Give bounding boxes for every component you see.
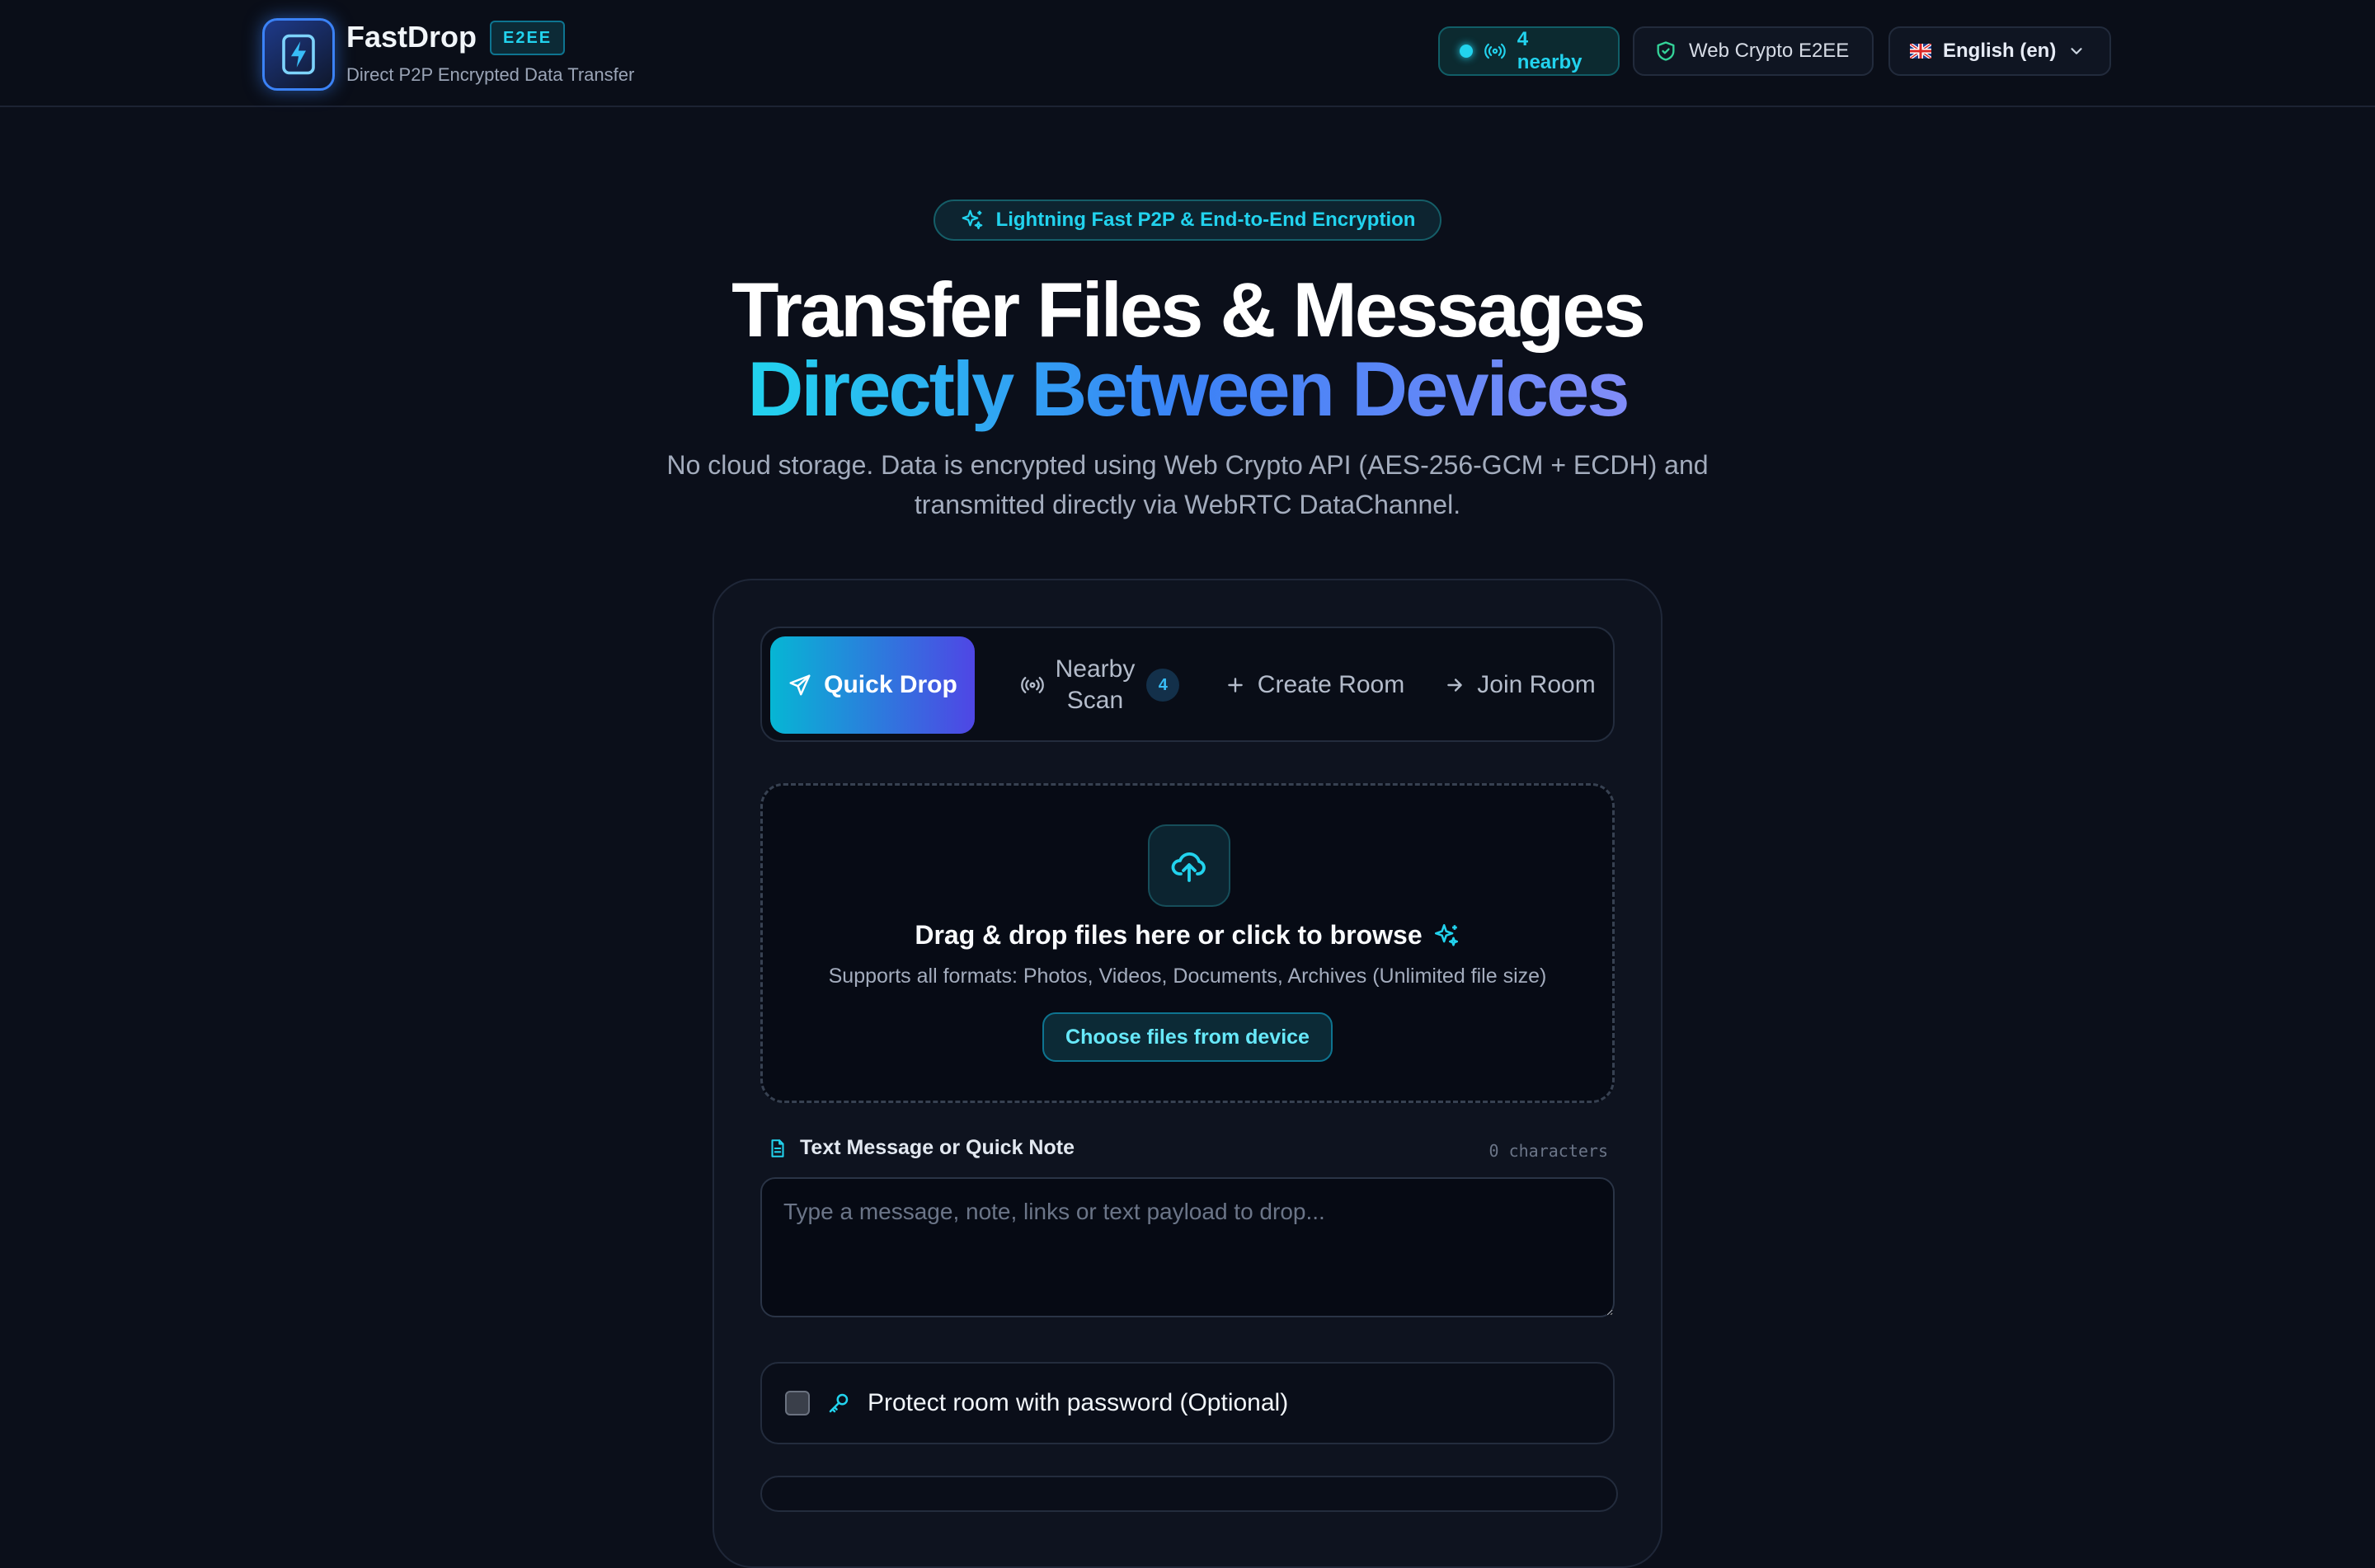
chevron-down-icon [2071, 48, 2082, 54]
plus-icon [1228, 678, 1243, 692]
shield-check-icon [1657, 41, 1675, 61]
online-dot [1460, 45, 1473, 58]
tab-nearby-line2: Scan [1066, 687, 1124, 714]
arrow-right-icon [1447, 678, 1463, 692]
app-subtitle: Direct P2P Encrypted Data Transfer [346, 64, 635, 85]
character-count: 0 characters [1488, 1141, 1609, 1161]
hero-tagline-text: Lightning Fast P2P & End-to-End Encrypti… [995, 209, 1416, 231]
tab-join-room-label: Join Room [1477, 671, 1596, 698]
crypto-status-pill[interactable]: Web Crypto E2EE [1633, 26, 1874, 76]
nearby-count-badge: 4 [1146, 669, 1180, 702]
upload-icon-box[interactable] [1148, 824, 1230, 907]
tab-nearby-line1: Nearby [1055, 655, 1136, 683]
key-icon [829, 1393, 849, 1413]
tab-create-room[interactable]: Create Room [1207, 636, 1422, 734]
mode-tabs: Quick Drop Nearby Scan 4 Create Room Joi… [760, 627, 1615, 742]
password-checkbox[interactable] [785, 1391, 810, 1415]
tab-quick-drop[interactable]: Quick Drop [770, 636, 975, 734]
radio-waves-icon [1020, 677, 1044, 693]
tab-quick-drop-label: Quick Drop [824, 671, 957, 698]
password-label: Protect room with password (Optional) [868, 1389, 1289, 1416]
message-label-text: Text Message or Quick Note [800, 1136, 1075, 1159]
hero-tagline: Lightning Fast P2P & End-to-End Encrypti… [934, 200, 1441, 241]
dropzone-title-text: Drag & drop files here or click to brows… [915, 920, 1423, 950]
app-logo[interactable] [262, 18, 335, 91]
e2ee-badge: E2EE [490, 21, 566, 55]
app-name: FastDrop [346, 20, 477, 54]
message-textarea[interactable] [760, 1177, 1615, 1317]
uk-flag-icon [1910, 44, 1931, 59]
language-selector[interactable]: English (en) [1888, 26, 2111, 76]
nearby-status-pill[interactable]: 4 nearby [1438, 26, 1620, 76]
top-bar: FastDrop E2EE Direct P2P Encrypted Data … [0, 0, 2375, 107]
next-section-edge [760, 1476, 1618, 1512]
language-label: English (en) [1943, 40, 2057, 62]
dropzone-subtitle: Supports all formats: Photos, Videos, Do… [828, 965, 1547, 988]
sparkles-icon [1434, 923, 1458, 946]
cloud-upload-icon [1171, 852, 1206, 882]
document-icon [771, 1138, 784, 1157]
hero-description: No cloud storage. Data is encrypted usin… [666, 450, 1709, 519]
choose-files-button[interactable]: Choose files from device [1042, 1012, 1333, 1062]
lightning-bolt-icon [282, 34, 315, 75]
radio-waves-icon [1484, 43, 1506, 59]
send-icon [789, 674, 811, 696]
hero-title-gradient-text: Directly Between Devices [747, 345, 1630, 432]
sparkles-icon [962, 209, 982, 230]
crypto-status-label: Web Crypto E2EE [1689, 40, 1850, 62]
nearby-status-label: 4 nearby [1517, 28, 1583, 73]
message-label: Text Message or Quick Note [767, 1136, 1075, 1160]
tab-nearby-scan[interactable]: Nearby Scan 4 [993, 636, 1207, 734]
tab-nearby-scan-label: Nearby Scan [1056, 654, 1136, 716]
hero-title-line1: Transfer Files & Messages [731, 266, 1646, 353]
dropzone-title: Drag & drop files here or click to brows… [0, 920, 2375, 951]
password-protect-row[interactable]: Protect room with password (Optional) [760, 1362, 1615, 1444]
tab-join-room[interactable]: Join Room [1430, 636, 1610, 734]
tab-create-room-label: Create Room [1257, 671, 1405, 698]
hero-title-line2: Directly Between Devices [0, 348, 2375, 430]
